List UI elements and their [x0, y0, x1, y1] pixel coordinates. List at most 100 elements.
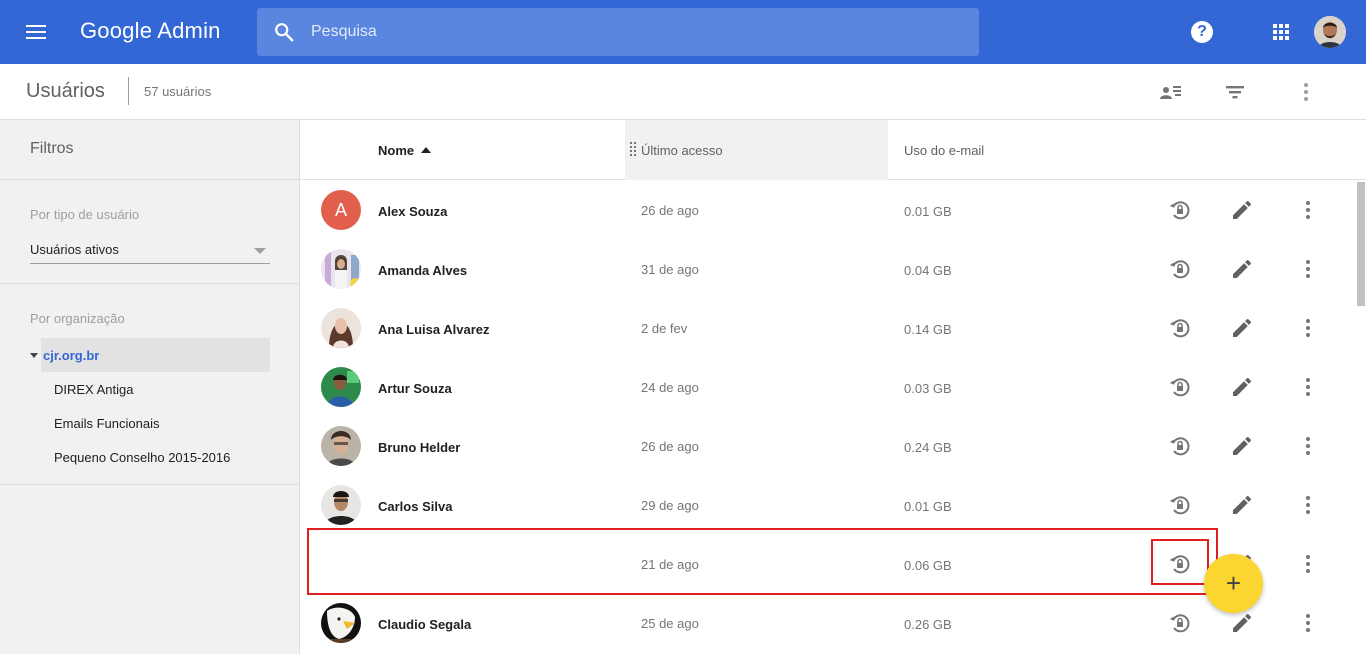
user-type-select[interactable]: Usuários ativos [30, 238, 270, 264]
more-vert-icon[interactable] [1296, 434, 1320, 458]
reset-password-icon[interactable] [1168, 493, 1192, 517]
drag-handle-icon[interactable] [630, 142, 637, 156]
user-count: 57 usuários [144, 84, 212, 99]
edit-icon[interactable] [1230, 316, 1254, 340]
email-usage: 0.01 GB [904, 499, 952, 514]
more-vert-icon[interactable] [1296, 493, 1320, 517]
column-header-last-access[interactable]: Último acesso [641, 143, 723, 158]
last-access: 21 de ago [641, 557, 699, 572]
table-row[interactable]: 21 de ago 0.06 GB [300, 535, 1356, 594]
sort-ascending-icon[interactable] [421, 147, 431, 153]
email-usage: 0.03 GB [904, 381, 952, 396]
help-icon[interactable]: ? [1191, 21, 1213, 43]
last-access: 31 de ago [641, 262, 699, 277]
last-access: 26 de ago [641, 439, 699, 454]
divider [0, 283, 300, 284]
edit-icon[interactable] [1230, 434, 1254, 458]
avatar [321, 426, 361, 466]
filters-title: Filtros [30, 140, 74, 157]
vertical-scrollbar[interactable] [1356, 180, 1366, 654]
page-title: Usuários [26, 80, 105, 102]
user-name[interactable]: Carlos Silva [378, 499, 452, 514]
table-row[interactable]: A Alex Souza 26 de ago 0.01 GB [300, 181, 1356, 240]
reset-password-icon[interactable] [1168, 198, 1192, 222]
org-item-pequeno-conselho[interactable]: Pequeno Conselho 2015-2016 [54, 450, 230, 465]
dropdown-arrow-icon [254, 248, 266, 254]
org-label: Por organização [30, 311, 125, 326]
table-header: Nome Último acesso Uso do e-mail [300, 120, 1366, 180]
reset-password-icon[interactable] [1168, 316, 1192, 340]
org-item-emails-funcionais[interactable]: Emails Funcionais [54, 416, 160, 431]
edit-icon[interactable] [1230, 493, 1254, 517]
column-header-name[interactable]: Nome [378, 143, 414, 158]
reset-password-icon[interactable] [1168, 434, 1192, 458]
last-access: 2 de fev [641, 321, 688, 336]
avatar: A [321, 190, 361, 230]
user-type-label: Por tipo de usuário [30, 207, 140, 222]
last-access: 24 de ago [641, 380, 699, 395]
more-vert-icon[interactable] [1294, 80, 1318, 104]
apps-grid-icon[interactable] [1273, 24, 1290, 41]
column-header-email-usage[interactable]: Uso do e-mail [904, 143, 984, 158]
reset-password-icon[interactable] [1168, 552, 1192, 576]
avatar [321, 485, 361, 525]
more-vert-icon[interactable] [1296, 316, 1320, 340]
edit-icon[interactable] [1230, 611, 1254, 635]
divider [0, 179, 300, 180]
user-name[interactable]: Artur Souza [378, 381, 452, 396]
user-name[interactable]: Ana Luisa Alvarez [378, 322, 490, 337]
table-row[interactable]: Artur Souza 24 de ago 0.03 GB [300, 358, 1356, 417]
table-row[interactable]: Bruno Helder 26 de ago 0.24 GB [300, 417, 1356, 476]
avatar [321, 603, 361, 643]
edit-icon[interactable] [1230, 375, 1254, 399]
reset-password-icon[interactable] [1168, 375, 1192, 399]
menu-icon[interactable] [22, 20, 50, 44]
more-vert-icon[interactable] [1296, 552, 1320, 576]
org-item-root[interactable]: cjr.org.br [41, 338, 270, 372]
last-access: 25 de ago [641, 616, 699, 631]
user-name[interactable]: Bruno Helder [378, 440, 460, 455]
email-usage: 0.01 GB [904, 204, 952, 219]
edit-icon[interactable] [1230, 198, 1254, 222]
more-vert-icon[interactable] [1296, 257, 1320, 281]
table-row[interactable]: Amanda Alves 31 de ago 0.04 GB [300, 240, 1356, 299]
reset-password-icon[interactable] [1168, 257, 1192, 281]
user-name[interactable]: Claudio Segala [378, 617, 471, 632]
edit-icon[interactable] [1230, 257, 1254, 281]
expand-arrow-icon[interactable] [30, 353, 38, 358]
org-root-label: cjr.org.br [43, 348, 100, 363]
user-list-icon[interactable] [1159, 80, 1183, 104]
filters-sidebar: Filtros Por tipo de usuário Usuários ati… [0, 120, 300, 654]
reset-password-icon[interactable] [1168, 611, 1192, 635]
more-vert-icon[interactable] [1296, 611, 1320, 635]
app-logo[interactable]: Google Admin [80, 18, 221, 44]
table-row[interactable]: Ana Luisa Alvarez 2 de fev 0.14 GB [300, 299, 1356, 358]
last-access: 26 de ago [641, 203, 699, 218]
user-name[interactable]: Amanda Alves [378, 263, 467, 278]
avatar [321, 308, 361, 348]
divider [0, 484, 300, 485]
last-access: 29 de ago [641, 498, 699, 513]
user-name[interactable]: Alex Souza [378, 204, 447, 219]
email-usage: 0.14 GB [904, 322, 952, 337]
title-divider [128, 77, 129, 105]
filter-icon[interactable] [1223, 80, 1247, 104]
top-app-bar: Google Admin ? [0, 0, 1366, 64]
avatar [321, 249, 361, 289]
more-vert-icon[interactable] [1296, 375, 1320, 399]
add-user-fab[interactable]: + [1204, 554, 1263, 613]
email-usage: 0.24 GB [904, 440, 952, 455]
search-icon[interactable] [273, 21, 295, 43]
table-row[interactable]: Carlos Silva 29 de ago 0.01 GB [300, 476, 1356, 535]
search-bar[interactable] [257, 8, 979, 56]
scrollbar-thumb[interactable] [1357, 182, 1365, 306]
avatar [321, 367, 361, 407]
users-subheader: Usuários 57 usuários [0, 64, 1366, 120]
more-vert-icon[interactable] [1296, 198, 1320, 222]
search-input[interactable] [311, 8, 951, 56]
email-usage: 0.26 GB [904, 617, 952, 632]
table-row[interactable]: Claudio Segala 25 de ago 0.26 GB [300, 594, 1356, 653]
email-usage: 0.04 GB [904, 263, 952, 278]
account-avatar[interactable] [1314, 16, 1346, 48]
org-item-direx-antiga[interactable]: DIREX Antiga [54, 382, 134, 397]
